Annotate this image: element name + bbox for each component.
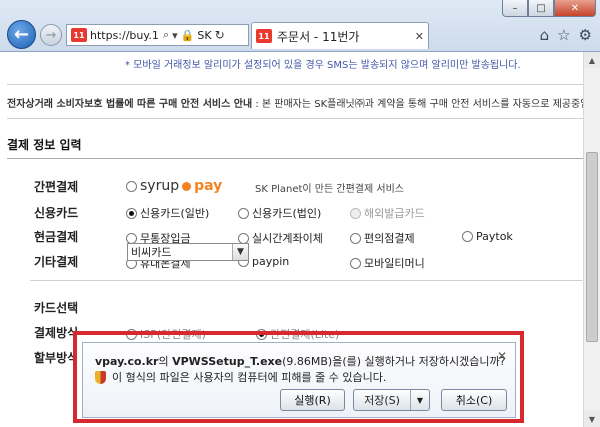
site-identity[interactable]: SK bbox=[197, 29, 211, 42]
radio-button-selected[interactable] bbox=[126, 207, 137, 219]
scroll-thumb[interactable] bbox=[586, 152, 598, 342]
vertical-scrollbar[interactable]: ▲ ▼ bbox=[583, 52, 600, 427]
scroll-down-icon[interactable]: ▼ bbox=[584, 411, 600, 427]
radio-credit-card-personal[interactable]: 신용카드(일반) bbox=[126, 205, 209, 221]
radio-overseas-card: 해외발급카드 bbox=[350, 205, 425, 221]
download-question: vpay.co.kr의 VPWSSetup_T.exe(9.86MB)을(를) … bbox=[95, 355, 506, 368]
radio-button[interactable] bbox=[126, 180, 137, 192]
download-file: VPWSSetup_T.exe bbox=[172, 355, 283, 368]
radio-button[interactable] bbox=[238, 207, 249, 219]
favorites-star-icon[interactable]: ☆ bbox=[557, 26, 570, 44]
cancel-button[interactable]: 취소(C) bbox=[441, 389, 507, 411]
card-select-label: 카드선택 bbox=[34, 301, 79, 315]
gear-icon[interactable]: ⚙ bbox=[579, 26, 592, 44]
run-button[interactable]: 실행(R) bbox=[280, 389, 345, 411]
radio-syrup-pay[interactable]: syrup pay bbox=[126, 178, 222, 194]
site-favicon-icon: 11 bbox=[71, 28, 87, 42]
home-icon[interactable]: ⌂ bbox=[540, 26, 550, 44]
radio-button[interactable] bbox=[126, 232, 137, 244]
syrup-description: SK Planet이 만든 간편결제 서비스 bbox=[255, 184, 404, 195]
search-icon[interactable]: ⌕ bbox=[163, 28, 169, 42]
tab-favicon-icon: 11 bbox=[256, 29, 272, 43]
syrup-pay-logo: syrup pay bbox=[140, 178, 223, 194]
card-select-dropdown[interactable]: 비씨카드 ▼ bbox=[127, 243, 249, 261]
toolbar-icons: ⌂ ☆ ⚙ bbox=[540, 26, 592, 44]
address-url[interactable]: https://buy.1... bbox=[90, 29, 160, 42]
close-window-button[interactable]: ✕ bbox=[554, 0, 596, 17]
section-title-payment: 결제 정보 입력 bbox=[7, 138, 82, 152]
address-bar[interactable]: 11 https://buy.1... ⌕ ▾ 🔒 SK ↻ bbox=[66, 24, 249, 46]
radio-button[interactable] bbox=[350, 232, 361, 244]
download-site: vpay.co.kr bbox=[95, 355, 159, 368]
radio-credit-card-corporate[interactable]: 신용카드(법인) bbox=[238, 205, 321, 221]
browser-chrome: – □ ✕ ← → 11 https://buy.1... ⌕ ▾ 🔒 SK ↻… bbox=[0, 0, 600, 52]
radio-realtime-transfer[interactable]: 실시간계좌이체 bbox=[238, 230, 323, 246]
sms-note: * 모바일 거래정보 알리미가 설정되어 있을 경우 SMS는 발송되지 않으며… bbox=[125, 60, 521, 71]
close-icon[interactable]: ✕ bbox=[497, 349, 507, 363]
row-label-other: 기타결제 bbox=[34, 255, 79, 269]
shield-warning-icon bbox=[95, 370, 106, 384]
save-button-group[interactable]: 저장(S) ▼ bbox=[353, 389, 430, 411]
dropdown-icon[interactable]: ▾ bbox=[172, 29, 178, 42]
radio-button[interactable] bbox=[462, 231, 473, 242]
forward-button[interactable]: → bbox=[40, 24, 62, 46]
syrup-dot-icon bbox=[182, 181, 192, 191]
refresh-icon[interactable]: ↻ bbox=[215, 28, 225, 42]
download-dialog: vpay.co.kr의 VPWSSetup_T.exe(9.86MB)을(를) … bbox=[82, 342, 516, 418]
tab-title: 주문서 - 11번가 bbox=[277, 29, 360, 44]
chevron-down-icon[interactable]: ▼ bbox=[411, 390, 429, 410]
safety-notice-text: : 본 판매자는 SK플래닛㈜과 계약을 통해 구매 안전 서비스를 자동으로 … bbox=[252, 99, 583, 110]
divider bbox=[7, 158, 583, 159]
row-label-easy-pay: 간편결제 bbox=[34, 180, 79, 194]
divider bbox=[30, 280, 582, 281]
radio-button-disabled bbox=[350, 207, 361, 219]
radio-button[interactable] bbox=[350, 257, 361, 269]
back-button[interactable]: ← bbox=[7, 20, 36, 49]
safety-notice-title: 전자상거래 소비자보호 법률에 따른 구매 안전 서비스 안내 bbox=[7, 99, 253, 110]
radio-button[interactable] bbox=[238, 232, 249, 244]
card-select-value: 비씨카드 bbox=[131, 246, 172, 259]
radio-convenience-store[interactable]: 편의점결제 bbox=[350, 230, 415, 246]
divider bbox=[7, 118, 583, 119]
save-button[interactable]: 저장(S) bbox=[354, 390, 411, 410]
radio-mobile-tmoney[interactable]: 모바일티머니 bbox=[350, 255, 425, 271]
maximize-button[interactable]: □ bbox=[528, 0, 554, 17]
radio-paytok[interactable]: Paytok bbox=[462, 230, 513, 243]
window-controls: – □ ✕ bbox=[502, 0, 596, 17]
scroll-up-icon[interactable]: ▲ bbox=[584, 52, 600, 68]
lock-icon[interactable]: 🔒 bbox=[181, 29, 195, 42]
row-label-credit-card: 신용카드 bbox=[34, 206, 79, 220]
installment-label: 할부방식 bbox=[34, 351, 79, 365]
minimize-button[interactable]: – bbox=[502, 0, 528, 17]
chevron-down-icon[interactable]: ▼ bbox=[232, 244, 248, 260]
arrow-right-icon: → bbox=[45, 27, 57, 43]
purchase-safety-notice: 전자상거래 소비자보호 법률에 따른 구매 안전 서비스 안내 : 본 판매자는… bbox=[7, 95, 583, 110]
tab-order[interactable]: 11 주문서 - 11번가 ✕ bbox=[251, 22, 429, 49]
download-warning: 이 형식의 파일은 사용자의 컴퓨터에 피해를 줄 수 있습니다. bbox=[95, 369, 386, 385]
arrow-left-icon: ← bbox=[13, 24, 30, 45]
row-label-cash: 현금결제 bbox=[34, 230, 79, 244]
divider bbox=[7, 84, 583, 85]
tab-close-icon[interactable]: ✕ bbox=[415, 30, 424, 43]
payment-method-label: 결제방식 bbox=[34, 326, 79, 340]
